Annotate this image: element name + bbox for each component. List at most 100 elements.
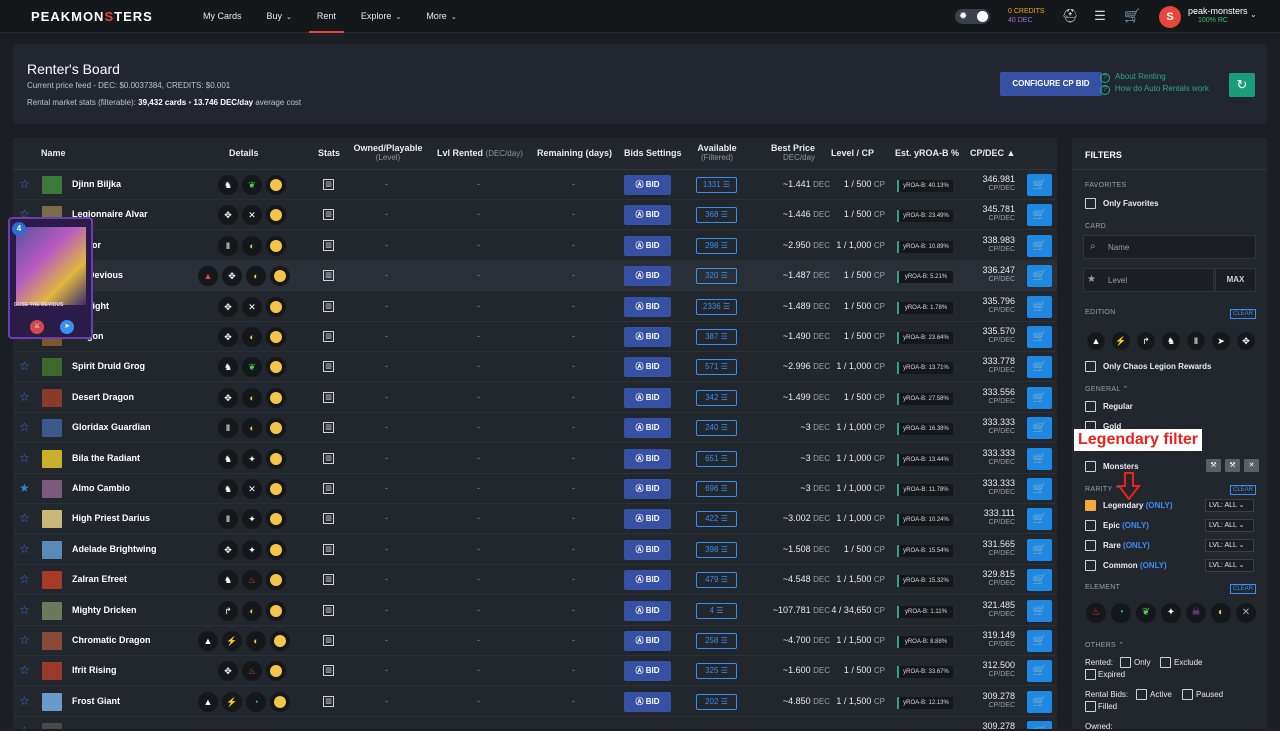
card-thumbnail[interactable] [42,540,62,559]
add-to-cart-button[interactable]: 🛒 [1027,204,1052,227]
favorite-star-icon[interactable]: ☆ [19,603,30,617]
card-name[interactable]: Almo Cambio [72,483,130,493]
add-to-cart-button[interactable]: 🛒 [1027,599,1052,622]
favorite-star-icon[interactable]: ☆ [19,633,30,647]
favorite-star-icon[interactable]: ☆ [19,542,30,556]
add-to-cart-button[interactable]: 🛒 [1027,326,1052,348]
favorite-star-icon[interactable]: ☆ [19,451,30,465]
bid-button[interactable]: Ⓐ BID [624,235,671,256]
stats-icon[interactable]: ▥ [323,574,334,586]
add-to-cart-button[interactable]: 🛒 [1027,265,1052,288]
available-button[interactable]: 651 ☰ [696,450,737,467]
bid-button[interactable]: Ⓐ BID [624,509,671,530]
bid-button[interactable]: Ⓐ BID [624,479,671,499]
table-row[interactable]: ☆Dragon✥◐▥---Ⓐ BID387 ☰~1.490 DEC1 / 500… [13,322,1057,352]
nav-item-buy[interactable]: Buy ⌄ [259,0,300,33]
card-thumbnail[interactable] [42,449,62,468]
bid-button[interactable]: Ⓐ BID [624,296,671,317]
only-chaos-checkbox[interactable] [1085,361,1096,372]
card-name[interactable]: Djinn Biljka [72,179,121,189]
card-name[interactable]: Ifrit Rising [72,665,117,675]
available-button[interactable]: 398 ☰ [696,541,737,558]
table-row[interactable]: ☆ Mighty Dricken ↱ ◐ ▥ - - - Ⓐ BID 4 ☰ ~107.781 DE… [13,596,1057,626]
fire-element-icon[interactable]: ♨ [1086,603,1106,623]
card-thumbnail[interactable] [42,662,62,681]
available-button[interactable]: 696 ☰ [696,481,737,497]
card-thumbnail[interactable] [42,692,62,711]
bid-button[interactable]: Ⓐ BID [624,570,671,591]
edition-untamed-icon[interactable]: Ⅱ [1187,332,1205,350]
bid-button[interactable]: Ⓐ BID [624,691,671,712]
avatar[interactable]: S [1159,6,1181,28]
helmet-icon[interactable]: ⛑ [1062,8,1079,24]
favorite-star-icon[interactable]: ☆ [19,511,30,525]
cart-icon[interactable]: 🛒 [1124,8,1140,24]
stats-icon[interactable]: ▥ [323,209,334,221]
favorite-star-icon[interactable]: ☆ [19,694,30,708]
add-to-cart-button[interactable]: 🛒 [1027,660,1052,683]
bid-button[interactable]: Ⓐ BID [624,600,671,621]
nav-item-more[interactable]: More ⌄ [418,0,464,33]
available-button[interactable]: 342 ☰ [696,389,737,406]
stats-icon[interactable]: ▥ [323,513,334,525]
available-button[interactable]: 325 ☰ [696,663,737,680]
rarity-legendary-checkbox[interactable] [1085,500,1096,511]
edition-reward-icon[interactable]: ♞ [1162,332,1180,350]
table-row[interactable]: ☆ 309.278CP/DEC 🛒 [13,717,1057,729]
available-button[interactable]: 240 ☰ [696,420,737,437]
dragon-element-icon[interactable]: ◐ [1211,603,1231,623]
cross-icon[interactable]: ✕ [1244,459,1259,472]
water-element-icon[interactable]: ◔ [1111,603,1131,623]
bid-button[interactable]: Ⓐ BID [624,175,671,195]
add-to-cart-button[interactable]: 🛒 [1027,690,1052,713]
table-row[interactable]: ☆ Spirit Druid Grog ♞ ❦ ▥ - - - Ⓐ BID 571 ☰ ~2.996… [13,352,1057,383]
available-button[interactable]: 571 ☰ [696,359,737,376]
stats-icon[interactable]: ▥ [323,270,334,282]
bid-button[interactable]: Ⓐ BID [624,387,671,408]
add-to-cart-button[interactable]: 🛒 [1027,478,1052,500]
edition-beta-icon[interactable]: ⚡ [1112,332,1130,350]
stats-icon[interactable]: ▥ [323,179,334,190]
level-select[interactable]: LVL: ALL ⌄ [1205,499,1254,512]
add-to-cart-button[interactable]: 🛒 [1027,721,1052,729]
theme-toggle[interactable]: ✹ [955,9,990,24]
level-input[interactable]: ★ Level [1083,268,1214,292]
layers-icon[interactable]: ☰ [1092,8,1108,24]
table-row[interactable]: ☆ Bila the Radiant ♞ ✦ ▥ - - - Ⓐ BID 651 ☰ ~3 DEC 1… [13,444,1057,474]
stats-icon[interactable]: ▥ [323,483,334,494]
bid-button[interactable]: Ⓐ BID [624,661,671,682]
level-select[interactable]: LVL: ALL ⌄ [1205,539,1254,552]
expired-checkbox[interactable] [1085,669,1096,680]
card-name[interactable]: Spirit Druid Grog [72,361,145,371]
card-thumbnail[interactable] [42,358,62,377]
stats-icon[interactable]: ▥ [323,695,334,707]
card-thumbnail[interactable] [42,419,62,438]
level-select[interactable]: LVL: ALL ⌄ [1205,519,1254,532]
chevron-down-icon[interactable]: ⌄ [1250,10,1257,19]
available-button[interactable]: 2336 ☰ [696,298,737,315]
stats-icon[interactable]: ▥ [323,665,334,677]
balances[interactable]: 0 CREDITS 40 DEC [1008,7,1045,25]
refresh-button[interactable]: ↻ [1229,73,1255,97]
clear-rarity-button[interactable]: CLEAR [1230,485,1256,495]
available-button[interactable]: 1331 ☰ [696,177,737,193]
available-button[interactable]: 320 ☰ [696,268,737,285]
edition-chaos-icon[interactable]: ✥ [1237,332,1255,350]
favorite-star-icon[interactable]: ☆ [19,420,30,434]
add-to-cart-button[interactable]: 🛒 [1027,569,1052,592]
active-bids-checkbox[interactable] [1136,689,1147,700]
available-button[interactable]: 202 ☰ [696,693,737,710]
add-to-cart-button[interactable]: 🛒 [1027,295,1052,318]
table-row[interactable]: ☆ Legionnaire Alvar ✥ ✕ ▥ - - - Ⓐ BID 368 ☰ ~1.446… [13,200,1057,231]
table-row[interactable]: ☆ Chromatic Dragon ▲ ⚡ ◐ ▥ - - - Ⓐ BID 258 ☰ ~4.700… [13,626,1057,656]
about-renting-link[interactable]: ? About Renting [1100,71,1209,83]
card-name[interactable]: Adelade Brightwing [72,544,157,554]
add-to-cart-button[interactable]: 🛒 [1027,417,1052,440]
rarity-rare-checkbox[interactable] [1085,540,1096,551]
name-input[interactable]: ⌕ Name [1083,235,1256,259]
table-row[interactable]: ☆ Ifrit Rising ✥ ♨ ▥ - - - Ⓐ BID 325 ☰ ~1.600 DEC 1… [13,656,1057,687]
stats-icon[interactable]: ▥ [323,300,334,312]
add-to-cart-button[interactable]: 🛒 [1027,508,1052,531]
username[interactable]: peak-monsters [1188,6,1248,16]
earth-element-icon[interactable]: ❦ [1136,603,1156,623]
